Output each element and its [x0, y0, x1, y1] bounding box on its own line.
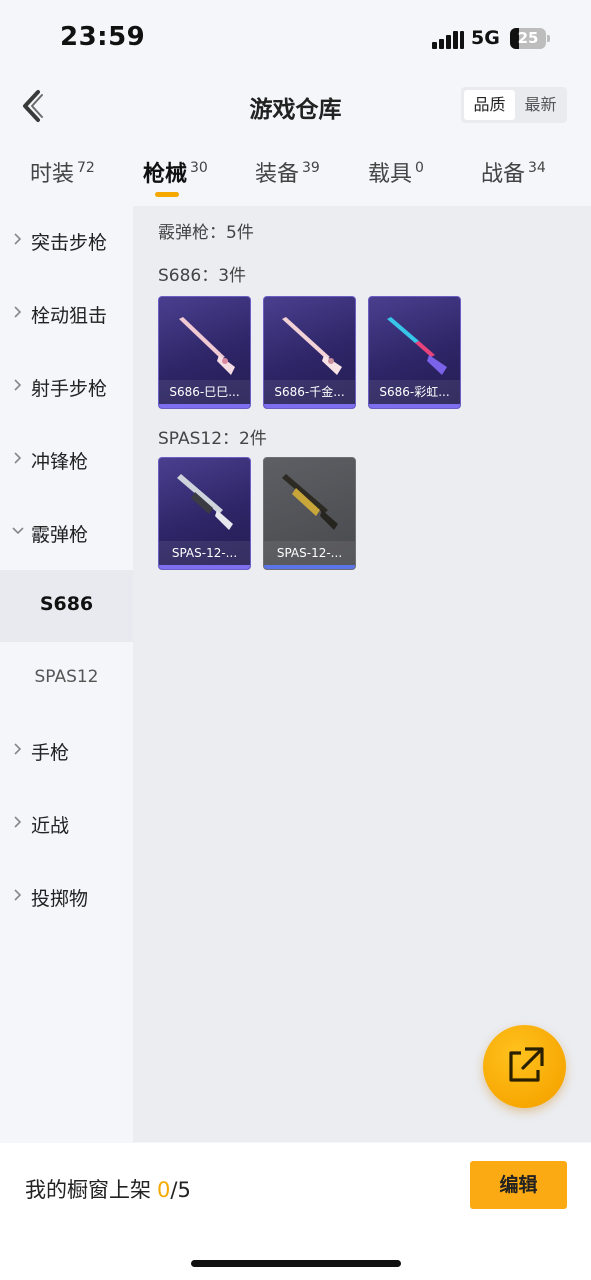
tab-count: 34: [528, 160, 546, 176]
shelf-status: 我的橱窗上架 0/5: [25, 1174, 191, 1204]
shotgun-skin-icon: [282, 317, 342, 375]
external-link-icon: [509, 1047, 544, 1082]
nav-bar: 游戏仓库 品质 最新: [0, 78, 591, 134]
sort-toggle: 品质 最新: [461, 87, 567, 123]
tab-count: 30: [190, 160, 208, 176]
sidebar-item-label: 霰弹枪: [31, 524, 89, 546]
edit-button[interactable]: 编辑: [470, 1161, 567, 1209]
item-card[interactable]: S686-巳巳...: [158, 296, 251, 409]
item-card[interactable]: SPAS-12-...: [263, 457, 356, 570]
tab-equipment[interactable]: 装备 39: [255, 156, 320, 188]
sidebar: 突击步枪 栓动狙击 射手步枪 冲锋枪 霰弹枪 S686 SPAS12 手枪 近战…: [0, 206, 133, 1142]
chevron-right-icon: [14, 743, 22, 755]
network-type: 5G: [471, 27, 500, 49]
chevron-right-icon: [14, 306, 22, 318]
group-heading-spas12: SPAS12：2件: [158, 429, 267, 449]
shotgun-skin-icon: [177, 474, 233, 530]
rarity-bar: [369, 404, 460, 408]
sidebar-item-label: 近战: [31, 815, 70, 837]
shotgun-skin-icon: [179, 317, 235, 375]
tab-label: 战备: [481, 162, 526, 187]
category-tabs: 时装 72 枪械 30 装备 39 载具 0 战备 34: [0, 140, 591, 206]
sidebar-item-label: 手枪: [31, 742, 70, 764]
rarity-bar: [264, 565, 355, 569]
active-tab-indicator: [155, 192, 179, 197]
battery-icon: 25: [510, 28, 550, 49]
group-heading-s686: S686：3件: [158, 266, 247, 286]
item-card-name: S686-彩虹...: [369, 380, 460, 404]
status-bar: 23:59 5G 25: [0, 0, 591, 78]
item-card[interactable]: S686-彩虹...: [368, 296, 461, 409]
rarity-bar: [264, 404, 355, 408]
sidebar-subitem-spas12[interactable]: SPAS12: [0, 643, 133, 715]
tab-fashion[interactable]: 时装 72: [30, 156, 95, 188]
sidebar-item-label: 冲锋枪: [31, 451, 89, 473]
item-card-name: S686-巳巳...: [159, 380, 250, 404]
item-card[interactable]: SPAS-12-...: [158, 457, 251, 570]
sidebar-subitem-label: S686: [39, 593, 94, 615]
sidebar-item-smg[interactable]: 冲锋枪: [0, 425, 133, 497]
sidebar-item-shotgun[interactable]: 霰弹枪: [0, 498, 133, 570]
tab-count: 39: [302, 160, 320, 176]
sidebar-item-throwables[interactable]: 投掷物: [0, 862, 133, 934]
tab-label: 装备: [255, 162, 300, 187]
chevron-right-icon: [14, 816, 22, 828]
sidebar-item-label: 投掷物: [31, 888, 89, 910]
signal-icon: [432, 31, 464, 49]
item-card-name: SPAS-12-...: [264, 541, 355, 565]
item-card-name: SPAS-12-...: [159, 541, 250, 565]
chevron-down-icon: [12, 527, 24, 535]
sidebar-item-assault-rifle[interactable]: 突击步枪: [0, 206, 133, 278]
sort-quality-button[interactable]: 品质: [464, 90, 515, 120]
item-card-name: S686-千金...: [264, 380, 355, 404]
shelf-count: 0: [157, 1178, 171, 1202]
chevron-right-icon: [14, 889, 22, 901]
tab-count: 72: [77, 160, 95, 176]
chevron-right-icon: [14, 233, 22, 245]
sidebar-item-pistol[interactable]: 手枪: [0, 716, 133, 788]
sort-latest-button[interactable]: 最新: [515, 90, 566, 120]
chevron-right-icon: [14, 452, 22, 464]
sidebar-item-melee[interactable]: 近战: [0, 789, 133, 861]
rarity-bar: [159, 565, 250, 569]
shelf-label: 我的橱窗上架: [25, 1178, 151, 1202]
home-indicator[interactable]: [191, 1260, 401, 1267]
sidebar-subitem-label: SPAS12: [34, 667, 99, 687]
sidebar-item-label: 射手步枪: [31, 378, 108, 400]
shotgun-skin-icon: [282, 474, 338, 530]
shotgun-skin-icon: [387, 317, 447, 375]
tab-label: 枪械: [143, 162, 188, 187]
tab-guns[interactable]: 枪械 30: [143, 156, 208, 188]
item-card[interactable]: S686-千金...: [263, 296, 356, 409]
battery-level: 25: [517, 29, 539, 47]
sidebar-item-marksman-rifle[interactable]: 射手步枪: [0, 352, 133, 424]
status-time: 23:59: [60, 22, 146, 52]
tab-vehicles[interactable]: 载具 0: [368, 156, 424, 188]
share-button[interactable]: [483, 1025, 566, 1108]
sidebar-item-bolt-sniper[interactable]: 栓动狙击: [0, 279, 133, 351]
sidebar-subitem-s686[interactable]: S686: [0, 570, 133, 642]
category-summary: 霰弹枪：5件: [158, 223, 254, 243]
tab-label: 时装: [30, 162, 75, 187]
tab-label: 载具: [368, 162, 413, 187]
item-content: 霰弹枪：5件 S686：3件 S686-巳巳... S686-千金... S68…: [133, 206, 591, 1142]
chevron-right-icon: [14, 379, 22, 391]
sidebar-item-label: 栓动狙击: [31, 305, 108, 327]
sidebar-item-label: 突击步枪: [31, 232, 108, 254]
rarity-bar: [159, 404, 250, 408]
bottom-bar: 我的橱窗上架 0/5 编辑: [0, 1143, 591, 1280]
tab-count: 0: [415, 160, 424, 176]
tab-combat-supplies[interactable]: 战备 34: [481, 156, 546, 188]
shelf-total: /5: [170, 1178, 191, 1202]
